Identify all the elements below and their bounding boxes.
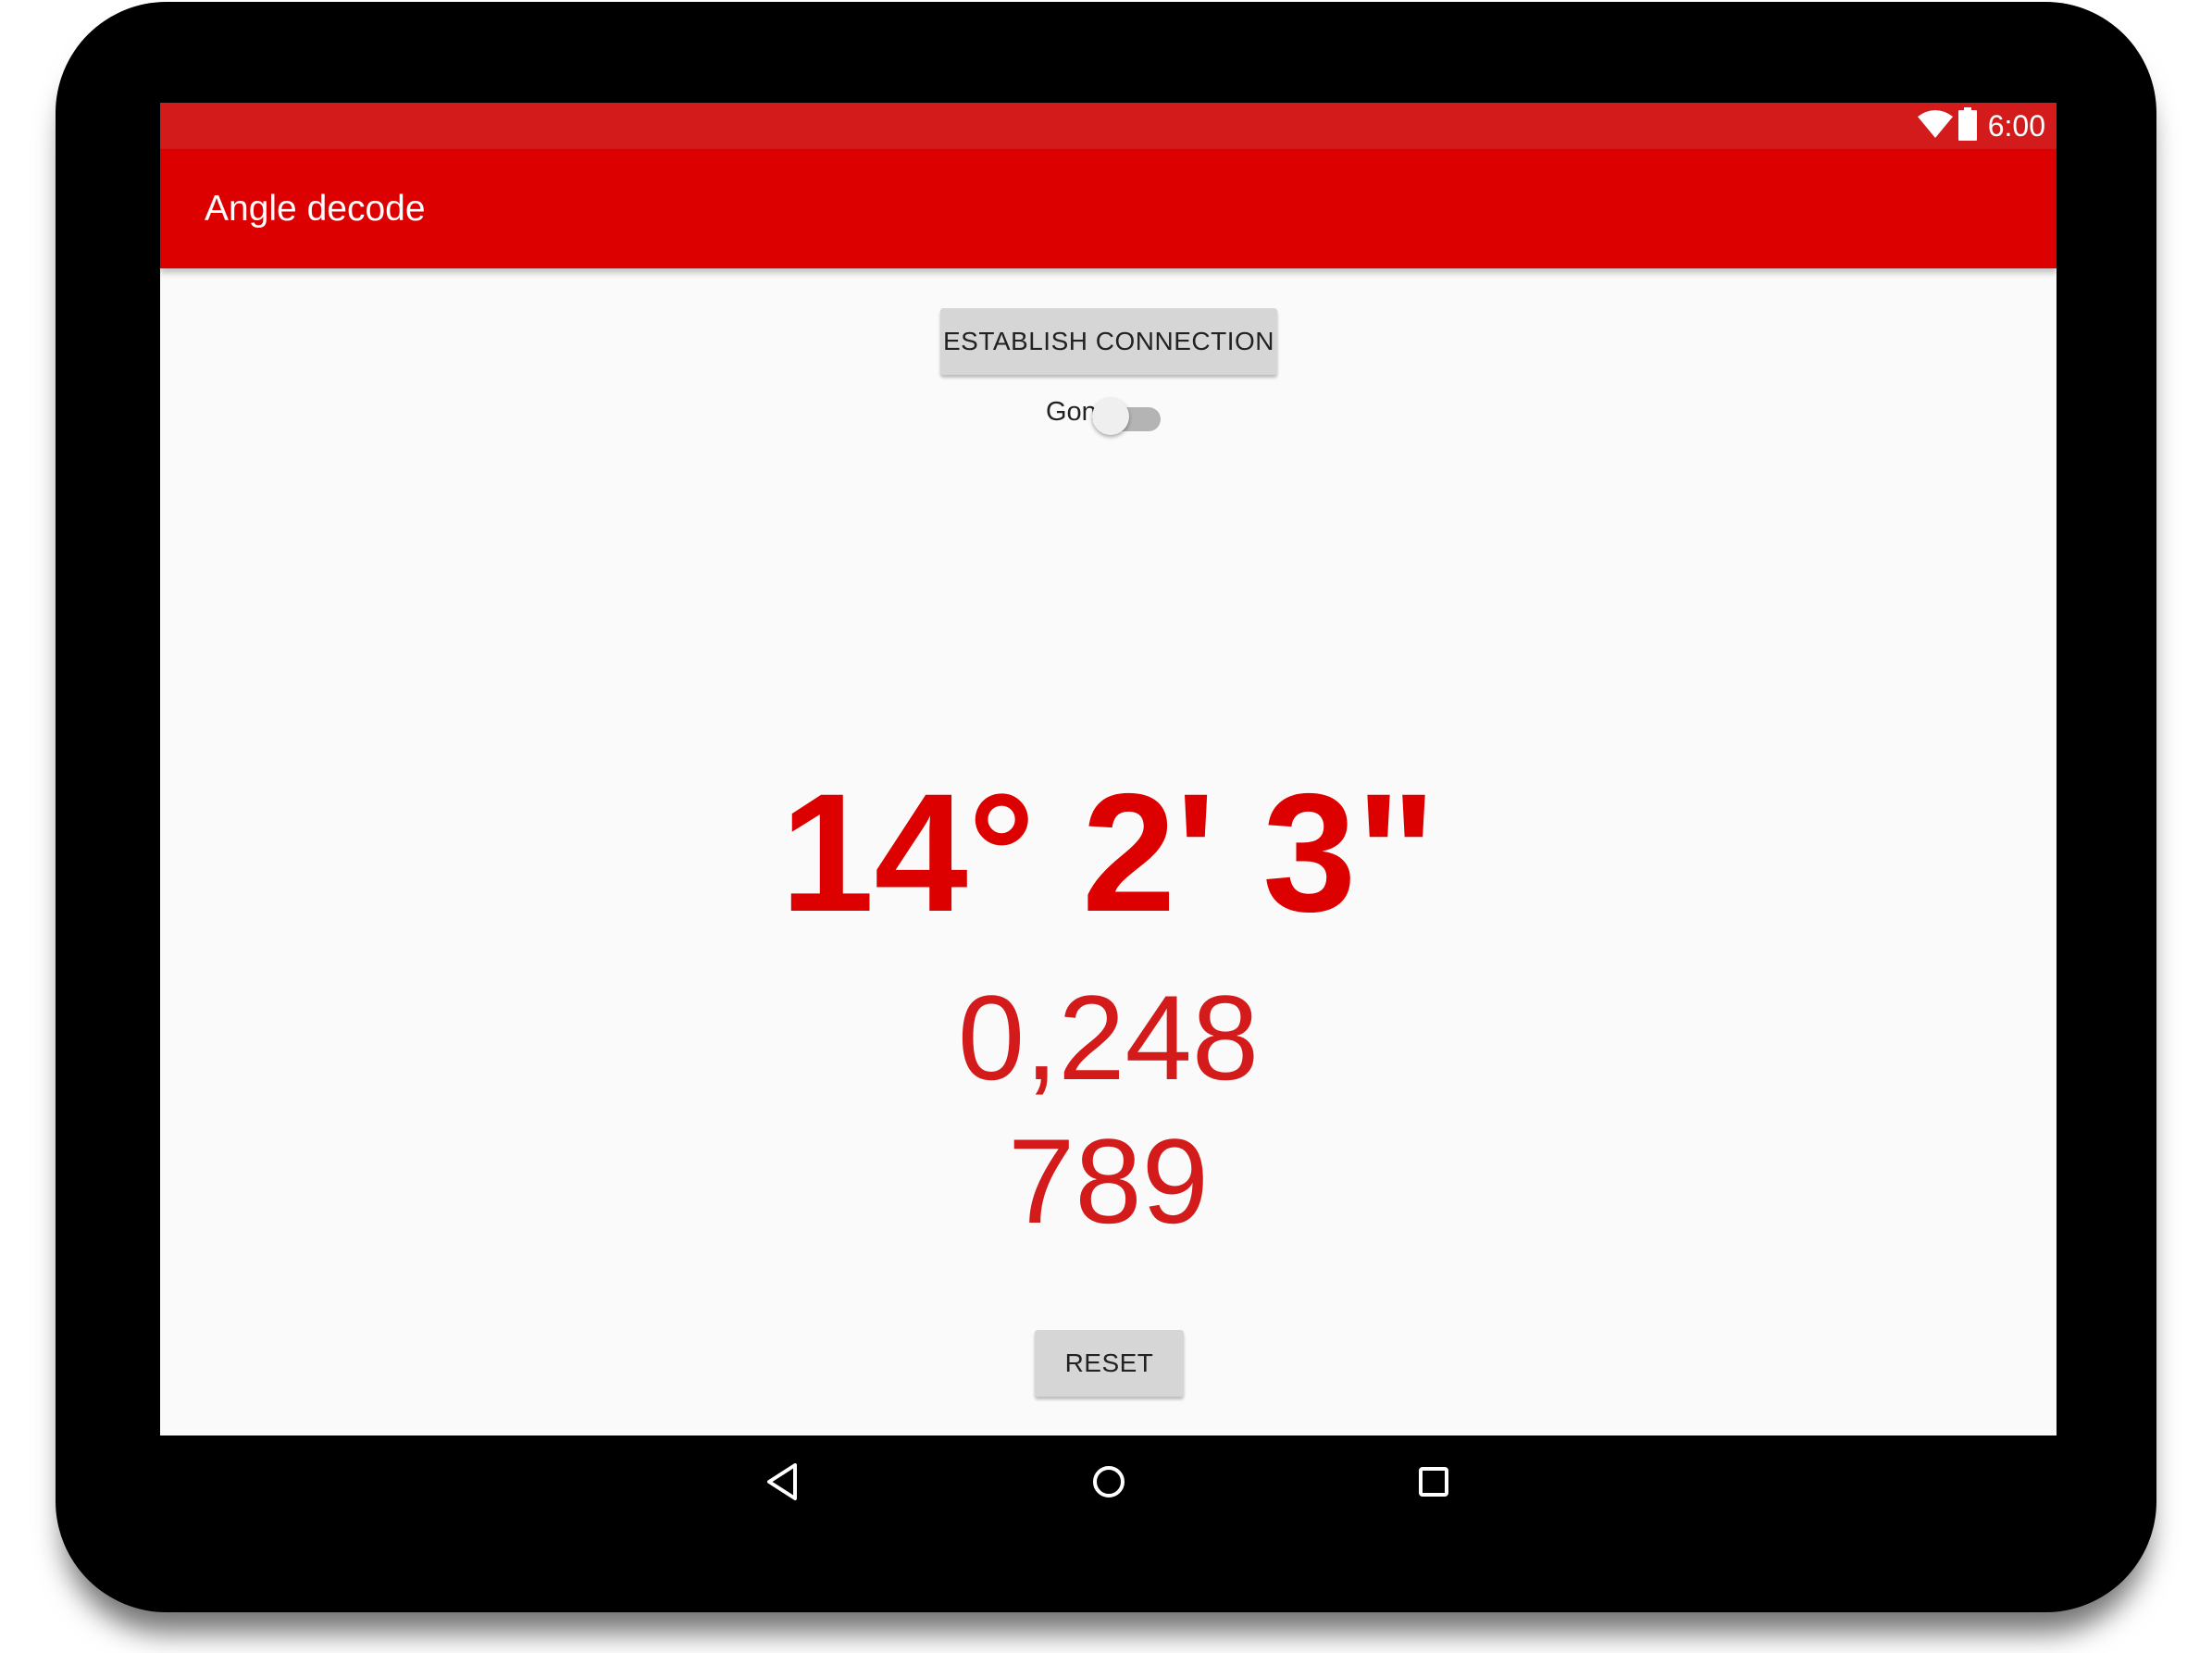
status-time: 6:00: [1987, 108, 2045, 143]
home-icon[interactable]: [1081, 1454, 1137, 1510]
angle-decimal-value: 0,248: [957, 970, 1260, 1105]
navigation-bar: [160, 1436, 2057, 1528]
reset-button[interactable]: RESET: [1035, 1330, 1184, 1397]
back-icon[interactable]: [754, 1454, 810, 1510]
app-screen: 6:00 Angle decode ESTABLISH CONNECTION G…: [160, 103, 2057, 1436]
gon-label: Gon: [1046, 397, 1097, 427]
status-icons: 6:00: [1917, 107, 2045, 144]
gon-toggle[interactable]: Gon: [1046, 392, 1231, 439]
switch-thumb[interactable]: [1092, 398, 1129, 435]
angle-raw-value: 789: [1008, 1113, 1209, 1249]
establish-connection-button[interactable]: ESTABLISH CONNECTION: [940, 308, 1277, 375]
wifi-icon: [1917, 109, 1953, 143]
app-bar: Angle decode: [160, 149, 2057, 268]
status-bar: 6:00: [160, 103, 2057, 149]
app-title: Angle decode: [205, 189, 426, 229]
recents-icon[interactable]: [1406, 1454, 1461, 1510]
angle-dms-readout: 14° 2' 3": [780, 758, 1436, 947]
battery-icon: [1957, 107, 1977, 144]
